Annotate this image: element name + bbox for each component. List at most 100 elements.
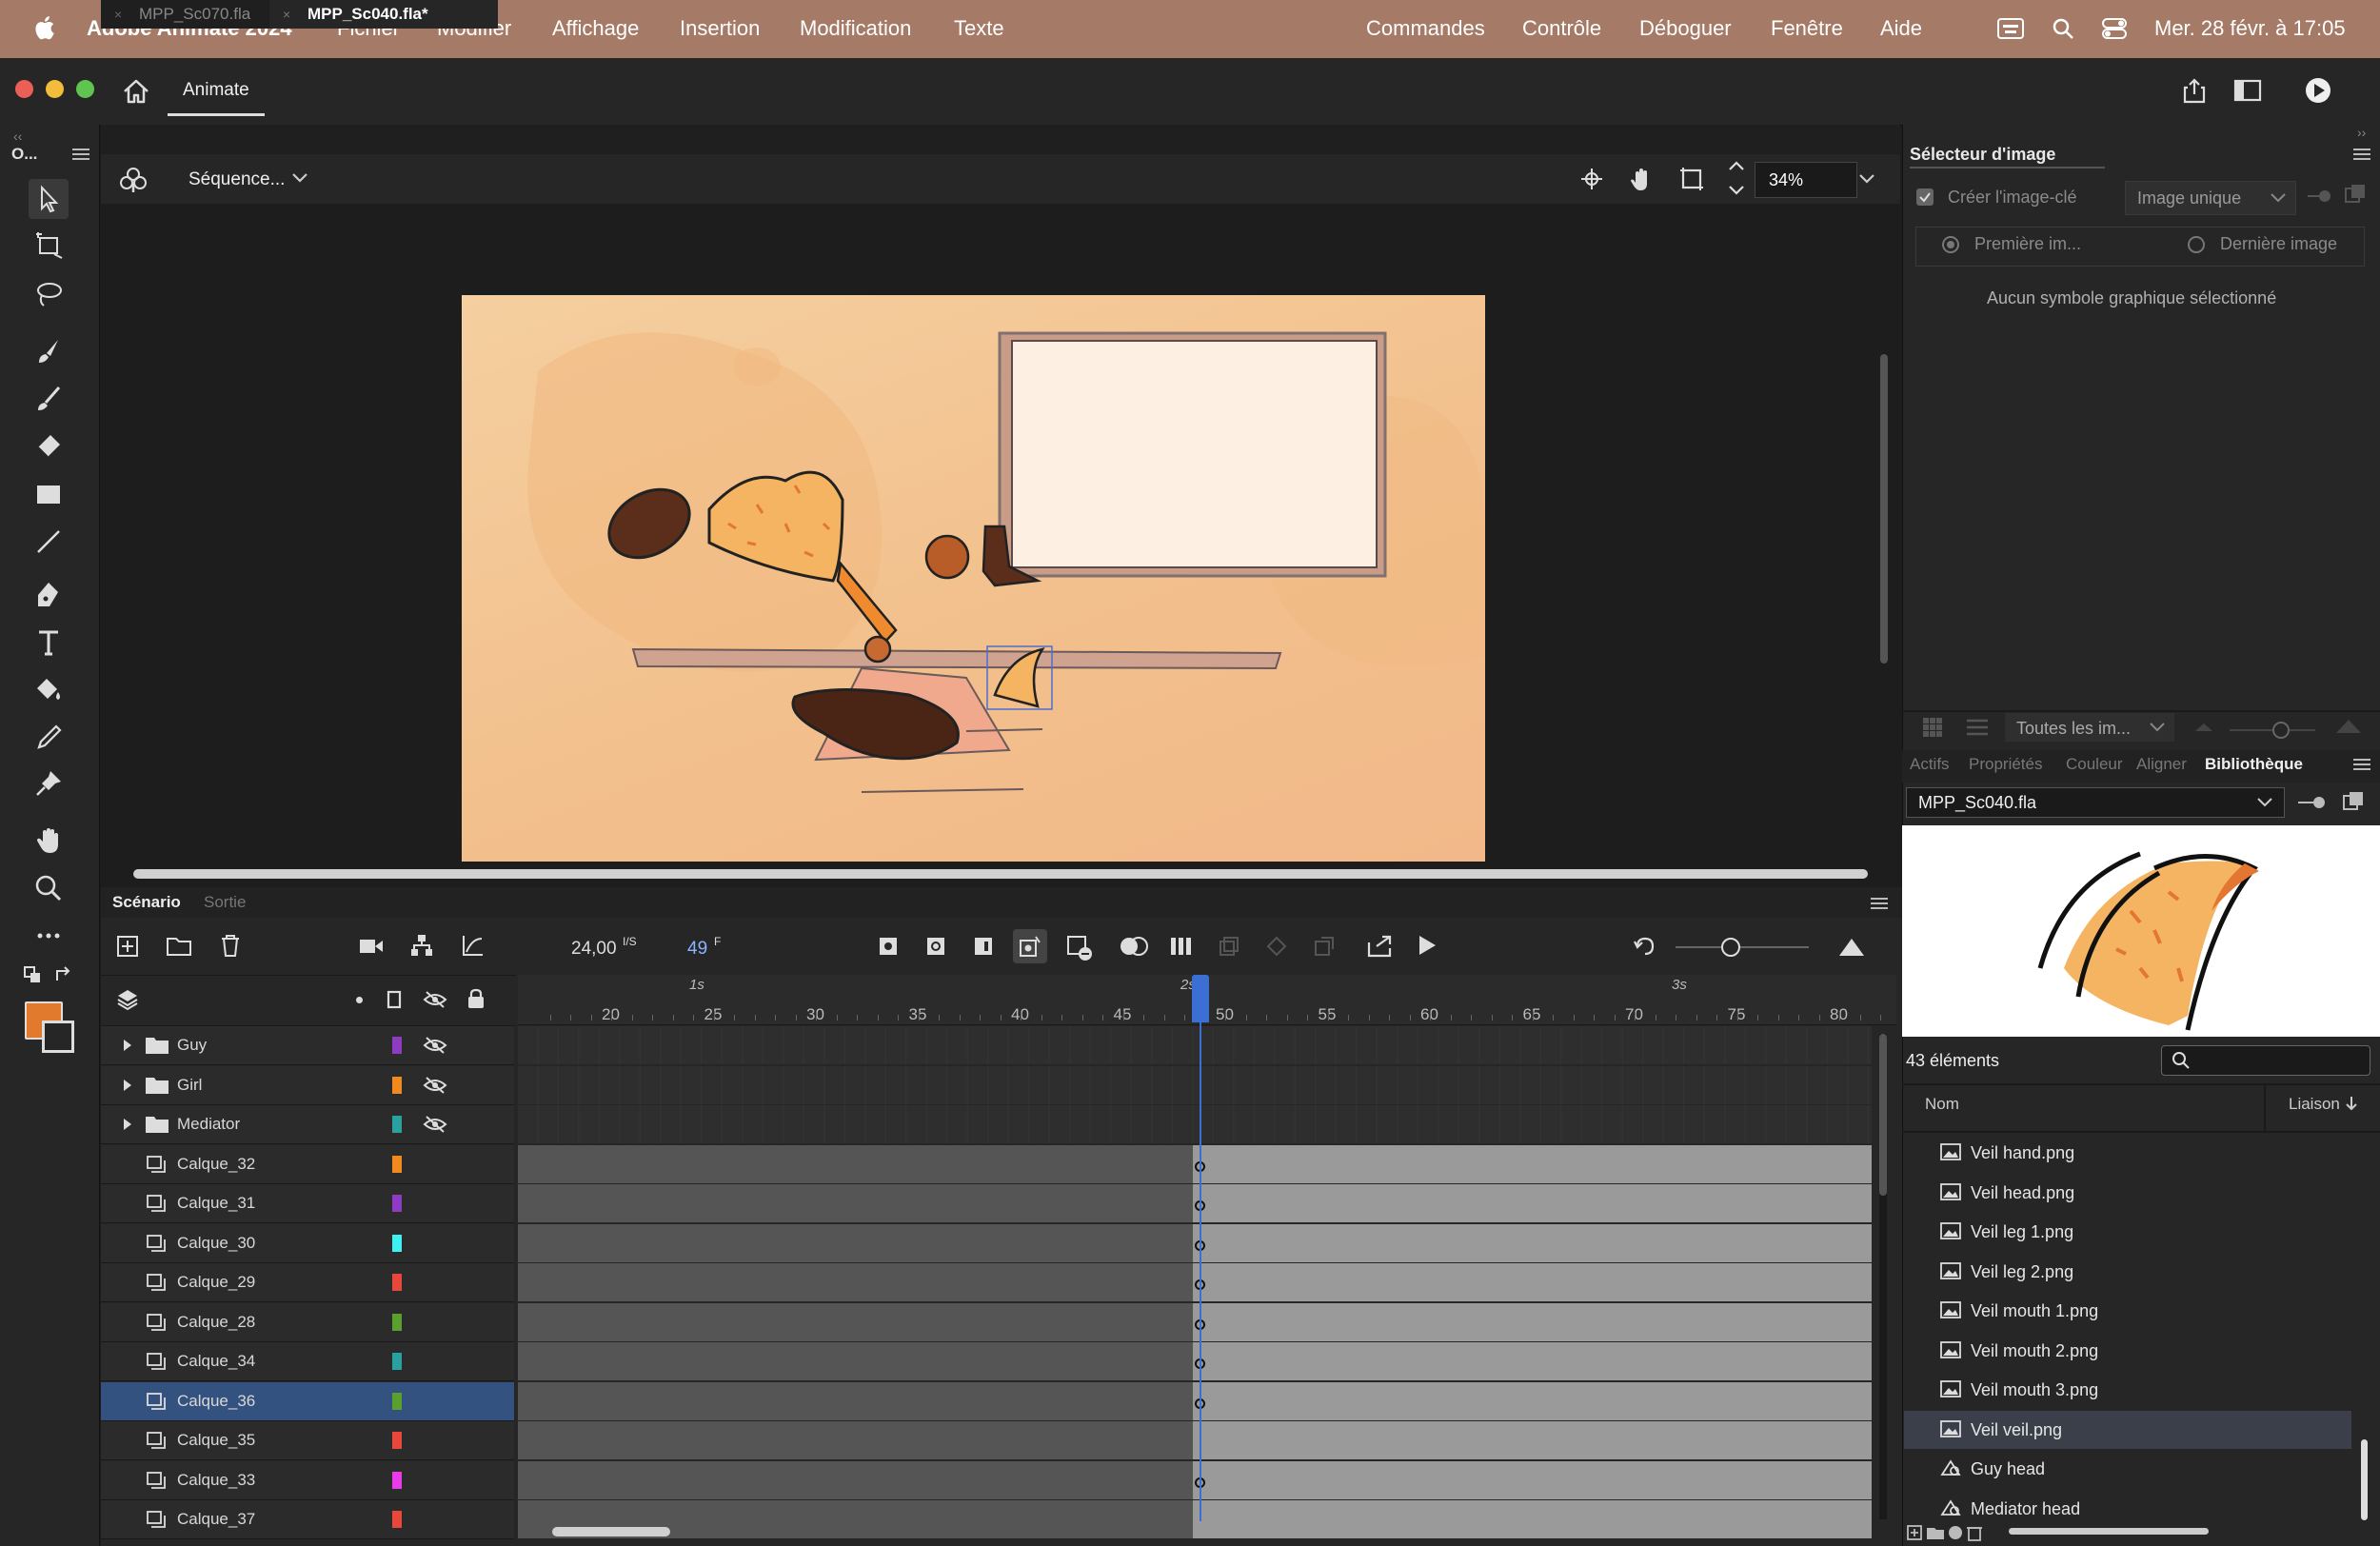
menu-datetime[interactable]: Mer. 28 févr. à 17:05	[2154, 16, 2346, 41]
highlight-layers-icon[interactable]	[356, 997, 363, 1003]
tab-document-active[interactable]: × MPP_Sc040.fla*	[269, 0, 498, 29]
auto-keyframe-button[interactable]	[1013, 929, 1047, 963]
hidden-eye-icon[interactable]	[423, 1076, 447, 1095]
library-footer-icons[interactable]	[1906, 1523, 1992, 1542]
menu-fenetre[interactable]: Fenêtre	[1771, 16, 1843, 41]
clear-keyframe-icon[interactable]	[1066, 935, 1093, 961]
library-horizontal-scrollbar[interactable]	[2009, 1528, 2209, 1535]
outline-all-icon[interactable]	[387, 990, 402, 1009]
library-scrollbar[interactable]	[2361, 1439, 2368, 1520]
swap-colors-icon[interactable]	[53, 965, 74, 986]
text-tool[interactable]	[29, 623, 69, 663]
last-frame-radio[interactable]	[2188, 236, 2205, 253]
layer-folder-row[interactable]: Girl	[101, 1066, 514, 1105]
layer-row[interactable]: Calque_28	[101, 1303, 514, 1342]
new-library-panel-icon[interactable]	[2342, 790, 2365, 813]
library-search-input[interactable]	[2161, 1045, 2370, 1076]
layer-frames-row[interactable]	[518, 1224, 1872, 1262]
library-item[interactable]: Veil mouth 3.png	[1904, 1371, 2351, 1409]
zoom-input[interactable]: 34%	[1755, 162, 1857, 198]
layer-row[interactable]: Calque_33	[101, 1461, 514, 1500]
vertical-scrollbar[interactable]	[1880, 354, 1888, 664]
menu-controle[interactable]: Contrôle	[1522, 16, 1601, 41]
graph-editor-icon[interactable]	[461, 933, 486, 958]
column-name-header[interactable]: Nom	[1925, 1095, 1959, 1114]
expand-triangle-icon[interactable]	[122, 1078, 133, 1093]
home-icon[interactable]	[122, 78, 150, 105]
layer-color-swatch[interactable]	[392, 1156, 402, 1173]
menu-insertion[interactable]: Insertion	[680, 16, 760, 41]
frame-filter-select[interactable]: Toutes les im...	[2005, 713, 2174, 742]
free-transform-tool[interactable]	[29, 225, 69, 265]
keyboard-icon[interactable]	[1997, 18, 2024, 39]
tab-output[interactable]: Sortie	[204, 893, 246, 912]
layer-parenting-icon[interactable]	[409, 933, 434, 958]
current-frame-value[interactable]: 49	[687, 939, 707, 960]
new-layer-icon[interactable]	[116, 935, 139, 958]
grid-view-icon[interactable]	[1921, 716, 1944, 739]
layer-color-swatch[interactable]	[392, 1037, 402, 1054]
pin-tool[interactable]	[29, 763, 69, 803]
expand-panel-icon[interactable]: ››	[2357, 125, 2366, 140]
edit-multiple-frames-icon[interactable]	[1169, 936, 1194, 957]
collapse-panel-icon[interactable]: ‹‹	[13, 129, 22, 144]
layer-color-swatch[interactable]	[392, 1393, 402, 1410]
play-icon[interactable]	[1417, 934, 1438, 957]
apple-icon[interactable]	[32, 14, 55, 41]
pen-tool[interactable]	[29, 575, 69, 615]
line-tool[interactable]	[29, 522, 69, 562]
hidden-eye-icon[interactable]	[423, 1036, 447, 1055]
layer-color-swatch[interactable]	[392, 1077, 402, 1094]
tab-timeline[interactable]: Scénario	[112, 893, 181, 912]
timeline-zoom-knob[interactable]	[1721, 938, 1740, 957]
layer-row[interactable]: Calque_31	[101, 1184, 514, 1223]
tab-library[interactable]: Bibliothèque	[2205, 755, 2303, 774]
export-icon[interactable]	[1367, 933, 1394, 958]
scene-icon[interactable]	[120, 167, 147, 193]
scene-selector[interactable]: Séquence...	[188, 169, 285, 190]
sort-arrow-icon[interactable]	[2345, 1095, 2358, 1112]
tab-align[interactable]: Aligner	[2136, 755, 2187, 774]
menu-affichage[interactable]: Affichage	[552, 16, 639, 41]
close-tab-icon[interactable]: ×	[114, 0, 122, 29]
eraser-tool[interactable]	[29, 426, 69, 466]
zoom-stepper-icon[interactable]	[1728, 160, 1745, 196]
camera-hand-icon[interactable]	[1628, 166, 1655, 192]
panel-menu-icon[interactable]	[2353, 758, 2370, 771]
layer-color-swatch[interactable]	[392, 1116, 402, 1133]
layer-frames-row[interactable]	[518, 1500, 1872, 1538]
share-icon[interactable]	[2180, 76, 2209, 105]
panel-layout-icon[interactable]	[2233, 78, 2262, 103]
folder-frames-row[interactable]	[518, 1066, 1872, 1104]
layer-folder-row[interactable]: Mediator	[101, 1105, 514, 1144]
layer-color-swatch[interactable]	[392, 1314, 402, 1331]
layer-frames-row[interactable]	[518, 1382, 1872, 1420]
layer-row[interactable]: Calque_30	[101, 1224, 514, 1263]
library-item[interactable]: Veil head.png	[1904, 1174, 2351, 1212]
more-tools-button[interactable]	[29, 916, 69, 956]
panel-menu-icon[interactable]	[2353, 148, 2370, 161]
layer-row[interactable]: Calque_32	[101, 1145, 514, 1184]
hidden-eye-icon[interactable]	[423, 1115, 447, 1134]
library-file-select[interactable]: MPP_Sc040.fla	[1906, 787, 2285, 818]
panel-menu-icon[interactable]	[72, 148, 89, 161]
layers-icon[interactable]	[116, 988, 139, 1011]
workspace-tab[interactable]: Animate	[183, 80, 249, 101]
onion-skin-icon[interactable]	[1120, 936, 1148, 957]
fluid-brush-tool[interactable]	[29, 331, 69, 371]
layer-color-swatch[interactable]	[392, 1274, 402, 1291]
layer-color-swatch[interactable]	[392, 1472, 402, 1489]
tab-assets[interactable]: Actifs	[1910, 755, 1950, 774]
copy-icon[interactable]	[2344, 183, 2367, 206]
library-item[interactable]: Veil mouth 1.png	[1904, 1292, 2351, 1330]
fps-value[interactable]: 24,00	[571, 939, 617, 960]
pin-library-icon[interactable]	[2298, 793, 2327, 812]
fit-timeline-icon[interactable]	[1837, 935, 1866, 958]
library-item[interactable]: Guy head	[1904, 1450, 2351, 1488]
selection-tool[interactable]	[29, 179, 69, 219]
new-folder-icon[interactable]	[166, 935, 192, 958]
layer-frames-row[interactable]	[518, 1342, 1872, 1380]
zoom-window-button[interactable]	[76, 80, 94, 98]
control-center-icon[interactable]	[2102, 17, 2127, 40]
chevron-down-icon[interactable]	[291, 172, 308, 184]
